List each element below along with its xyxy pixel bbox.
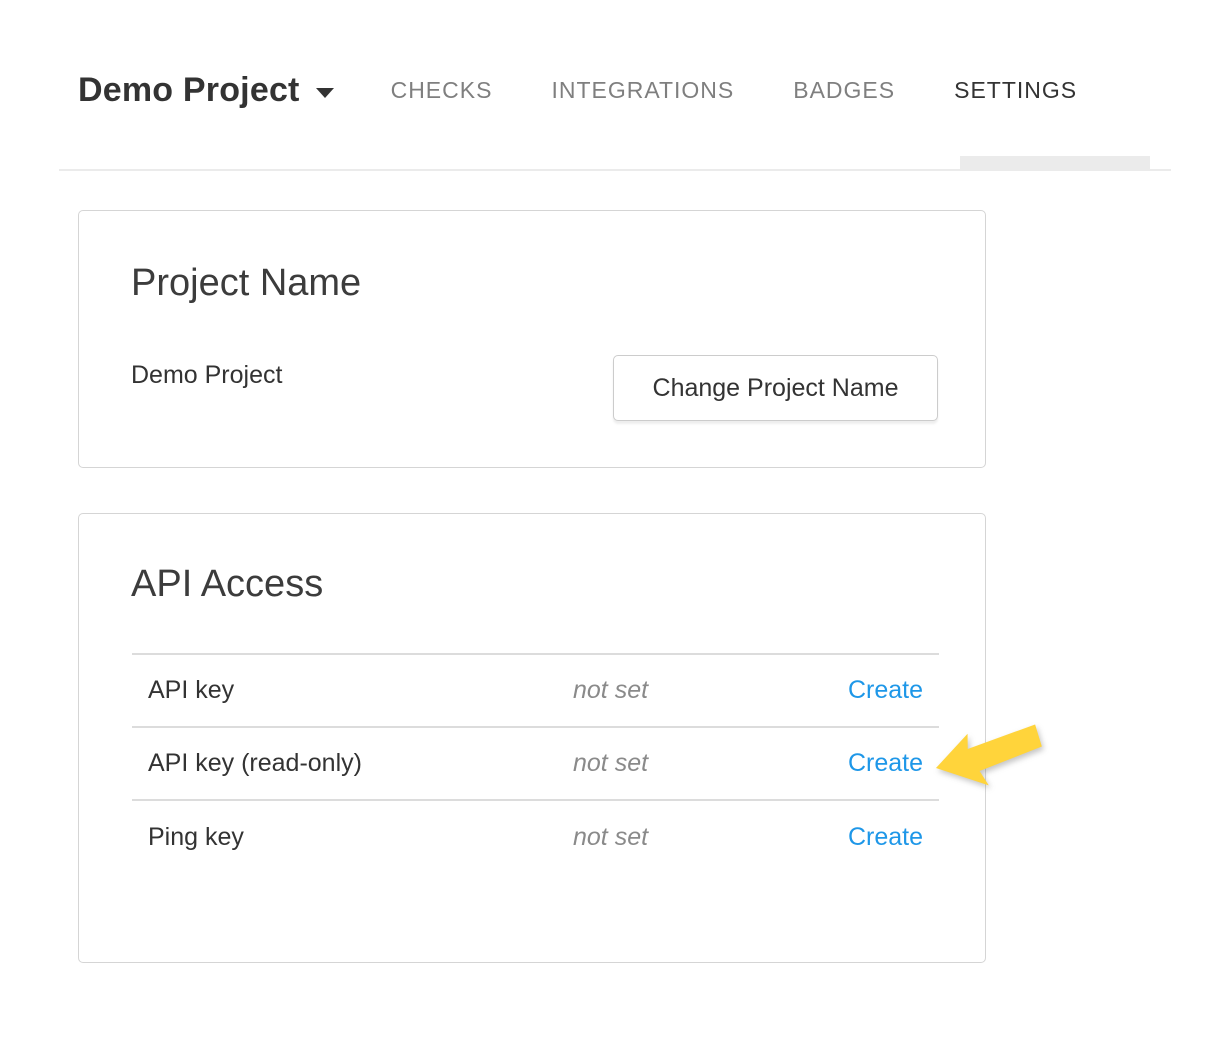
- create-ping-key-link[interactable]: Create: [848, 823, 923, 851]
- api-access-card-title: API Access: [131, 562, 323, 606]
- api-key-value: not set: [573, 676, 848, 705]
- settings-page: Demo Project CHECKS INTEGRATIONS BADGES …: [0, 0, 1220, 1059]
- tab-integrations[interactable]: INTEGRATIONS: [551, 77, 734, 104]
- create-api-key-link[interactable]: Create: [848, 676, 923, 704]
- project-title: Demo Project: [78, 71, 300, 110]
- table-row-api-key: API key not set Create: [132, 655, 939, 728]
- change-project-name-button[interactable]: Change Project Name: [613, 355, 938, 421]
- api-key-label: API key: [132, 676, 573, 705]
- project-switcher-dropdown[interactable]: Demo Project: [78, 71, 334, 110]
- project-name-card-title: Project Name: [131, 261, 361, 305]
- api-key-read-only-value: not set: [573, 749, 848, 778]
- chevron-down-icon: [316, 88, 334, 98]
- active-tab-indicator: [960, 156, 1150, 170]
- project-name-card: Project Name Demo Project Change Project…: [78, 210, 986, 468]
- api-access-card: API Access API key not set Create API ke…: [78, 513, 986, 963]
- tab-checks[interactable]: CHECKS: [391, 77, 493, 104]
- header-divider: [59, 169, 1171, 171]
- create-api-key-read-only-link[interactable]: Create: [848, 749, 923, 777]
- nav-tabs: CHECKS INTEGRATIONS BADGES SETTINGS: [391, 77, 1078, 104]
- top-navigation: Demo Project CHECKS INTEGRATIONS BADGES …: [78, 60, 1171, 120]
- api-key-read-only-label: API key (read-only): [132, 749, 573, 778]
- tab-settings[interactable]: SETTINGS: [954, 77, 1077, 104]
- table-row-ping-key: Ping key not set Create: [132, 801, 939, 874]
- current-project-name: Demo Project: [131, 359, 282, 391]
- ping-key-value: not set: [573, 823, 848, 852]
- ping-key-label: Ping key: [132, 823, 573, 852]
- api-keys-table: API key not set Create API key (read-onl…: [132, 653, 939, 874]
- table-row-api-key-read-only: API key (read-only) not set Create: [132, 728, 939, 801]
- tab-badges[interactable]: BADGES: [793, 77, 895, 104]
